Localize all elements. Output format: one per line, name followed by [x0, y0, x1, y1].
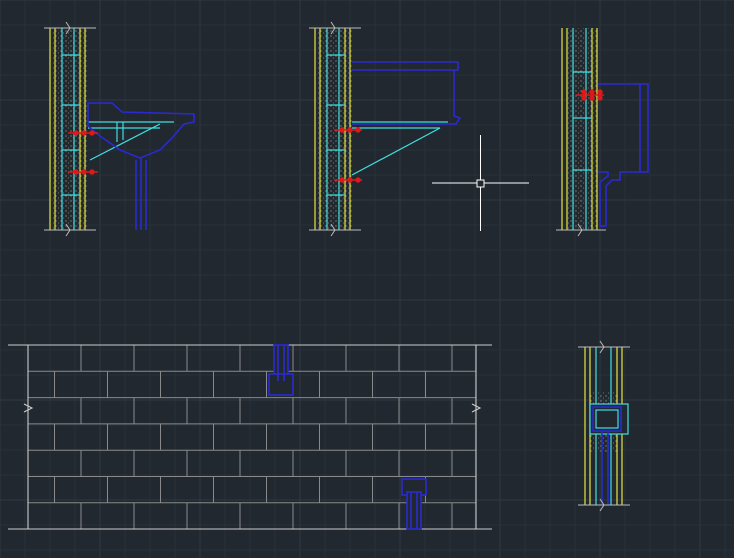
wall-section-small-fixture[interactable]	[578, 340, 630, 512]
wall-section-cistern[interactable]	[556, 28, 649, 237]
model-space-canvas[interactable]	[0, 0, 734, 558]
wall-section-sink-bracket[interactable]	[309, 21, 462, 237]
wall-section-washbasin-bracket[interactable]	[44, 21, 195, 237]
crosshair-cursor[interactable]	[432, 135, 529, 231]
